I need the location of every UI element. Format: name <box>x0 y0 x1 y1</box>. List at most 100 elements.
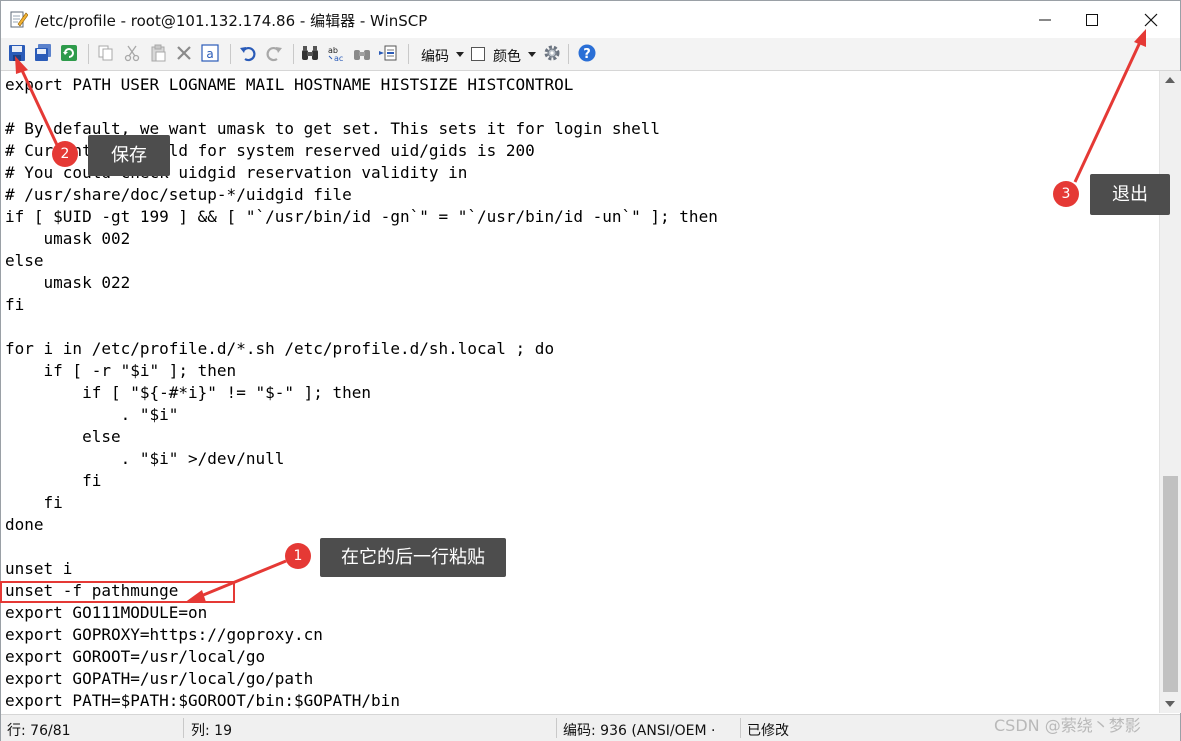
help-button[interactable]: ? <box>576 42 598 64</box>
reload-button[interactable] <box>58 42 80 64</box>
toolbar-separator <box>568 44 569 64</box>
code-line[interactable]: fi <box>5 492 63 514</box>
clipboard-icon <box>151 44 166 62</box>
code-line[interactable]: export PATH=$PATH:$GOROOT/bin:$GOPATH/bi… <box>5 690 400 712</box>
status-encoding: 编码: 936 (ANSI/OEM · <box>563 723 716 739</box>
status-separator <box>556 718 557 738</box>
toolbar-separator <box>88 44 89 64</box>
encoding-menu-button[interactable]: 编码 <box>421 46 449 66</box>
select-all-icon: a <box>201 44 219 62</box>
copy-icon <box>98 45 113 61</box>
notepad-edit-icon <box>10 11 28 28</box>
svg-text:a: a <box>206 47 213 61</box>
annotation-badge-2: 2 <box>52 141 78 167</box>
scissors-icon <box>124 45 140 62</box>
code-line[interactable]: done <box>5 514 44 536</box>
undo-button[interactable] <box>237 42 259 64</box>
save-icon <box>9 45 25 61</box>
status-line: 行: 76/81 <box>7 723 71 739</box>
redo-icon <box>266 47 282 62</box>
code-line[interactable]: . "$i" >/dev/null <box>5 448 285 470</box>
goto-line-button[interactable] <box>377 42 399 64</box>
code-line[interactable]: # You could check uidgid reservation val… <box>5 162 467 184</box>
code-line[interactable]: for i in /etc/profile.d/*.sh /etc/profil… <box>5 338 554 360</box>
gear-icon <box>544 45 560 61</box>
title-bar: /etc/profile - root@101.132.174.86 - 编辑器… <box>1 1 1180 38</box>
code-line[interactable]: export GOPATH=/usr/local/go/path <box>5 668 313 690</box>
code-line[interactable]: export PATH USER LOGNAME MAIL HOSTNAME H… <box>5 74 573 96</box>
code-line[interactable]: export GO111MODULE=on <box>5 602 207 624</box>
annotation-callout-3: 退出 <box>1090 174 1170 215</box>
code-line[interactable]: unset i <box>5 558 72 580</box>
status-separator <box>740 718 741 738</box>
svg-text:ac: ac <box>334 54 343 62</box>
copy-button[interactable] <box>95 42 117 64</box>
refresh-icon <box>61 45 77 61</box>
annotation-callout-2: 保存 <box>88 135 170 176</box>
code-line[interactable]: # /usr/share/doc/setup-*/uidgid file <box>5 184 352 206</box>
chevron-down-icon <box>528 52 536 57</box>
save-all-button[interactable] <box>32 42 54 64</box>
delete-button[interactable] <box>173 42 195 64</box>
scroll-down-arrow-icon[interactable] <box>1165 701 1175 707</box>
code-line[interactable]: . "$i" <box>5 404 179 426</box>
code-line[interactable]: if [ "${-#*i}" != "$-" ]; then <box>5 382 371 404</box>
code-line[interactable]: # Current threshold for system reserved … <box>5 140 535 162</box>
svg-text:?: ? <box>583 47 591 62</box>
annotation-callout-1: 在它的后一行粘贴 <box>320 538 506 577</box>
minimize-icon <box>1039 19 1051 21</box>
annotation-badge-1: 1 <box>285 543 311 569</box>
watermark: CSDN @萦绕丶梦影 <box>994 716 1141 735</box>
goto-line-icon <box>379 45 397 61</box>
code-line[interactable]: fi <box>5 470 101 492</box>
delete-x-icon <box>177 46 191 60</box>
window-title: /etc/profile - root@101.132.174.86 - 编辑器… <box>35 12 428 30</box>
scrollbar-thumb[interactable] <box>1163 476 1178 692</box>
status-modified: 已修改 <box>747 723 789 739</box>
code-line[interactable]: if [ $UID -gt 199 ] && [ "`/usr/bin/id -… <box>5 206 718 228</box>
close-button[interactable] <box>1128 1 1174 38</box>
replace-ab-icon: ab ac <box>328 46 343 62</box>
toolbar-separator <box>230 44 231 64</box>
chevron-down-icon <box>456 52 464 57</box>
maximize-button[interactable] <box>1069 1 1115 38</box>
save-all-icon <box>35 44 51 61</box>
toolbar-separator <box>408 44 409 64</box>
code-line[interactable]: else <box>5 250 44 272</box>
highlight-box <box>0 581 235 603</box>
close-icon <box>1144 13 1158 27</box>
vertical-scrollbar[interactable] <box>1159 71 1181 713</box>
replace-button[interactable]: ab ac <box>325 42 347 64</box>
code-line[interactable]: else <box>5 426 121 448</box>
maximize-icon <box>1086 14 1098 26</box>
status-separator <box>183 718 184 738</box>
code-line[interactable]: export GOROOT=/usr/local/go <box>5 646 265 668</box>
editor-window: /etc/profile - root@101.132.174.86 - 编辑器… <box>0 0 1181 741</box>
paste-button[interactable] <box>147 42 169 64</box>
redo-button[interactable] <box>263 42 285 64</box>
code-line[interactable]: fi <box>5 294 24 316</box>
cut-button[interactable] <box>121 42 143 64</box>
text-editor-area[interactable]: export PATH USER LOGNAME MAIL HOSTNAME H… <box>1 71 1159 713</box>
minimize-button[interactable] <box>1022 1 1068 38</box>
help-question-icon: ? <box>578 44 596 62</box>
preferences-button[interactable] <box>541 42 563 64</box>
code-line[interactable]: if [ -r "$i" ]; then <box>5 360 237 382</box>
toolbar: a ab ac 编码 颜色 ? <box>1 38 1180 71</box>
color-menu-button[interactable]: 颜色 <box>493 46 521 66</box>
binoculars-icon <box>302 46 318 60</box>
annotation-badge-3: 3 <box>1053 181 1079 207</box>
save-button[interactable] <box>6 42 28 64</box>
undo-icon <box>240 47 256 62</box>
code-line[interactable]: export GOPROXY=https://goproxy.cn <box>5 624 323 646</box>
toolbar-separator <box>293 44 294 64</box>
status-column: 列: 19 <box>191 723 232 739</box>
color-checkbox[interactable] <box>471 47 485 61</box>
find-button[interactable] <box>299 42 321 64</box>
code-line[interactable]: umask 022 <box>5 272 131 294</box>
find-next-button[interactable] <box>351 42 373 64</box>
select-all-button[interactable]: a <box>199 42 221 64</box>
binoculars-next-icon <box>354 50 370 60</box>
code-line[interactable]: umask 002 <box>5 228 131 250</box>
scroll-up-arrow-icon[interactable] <box>1165 77 1175 83</box>
